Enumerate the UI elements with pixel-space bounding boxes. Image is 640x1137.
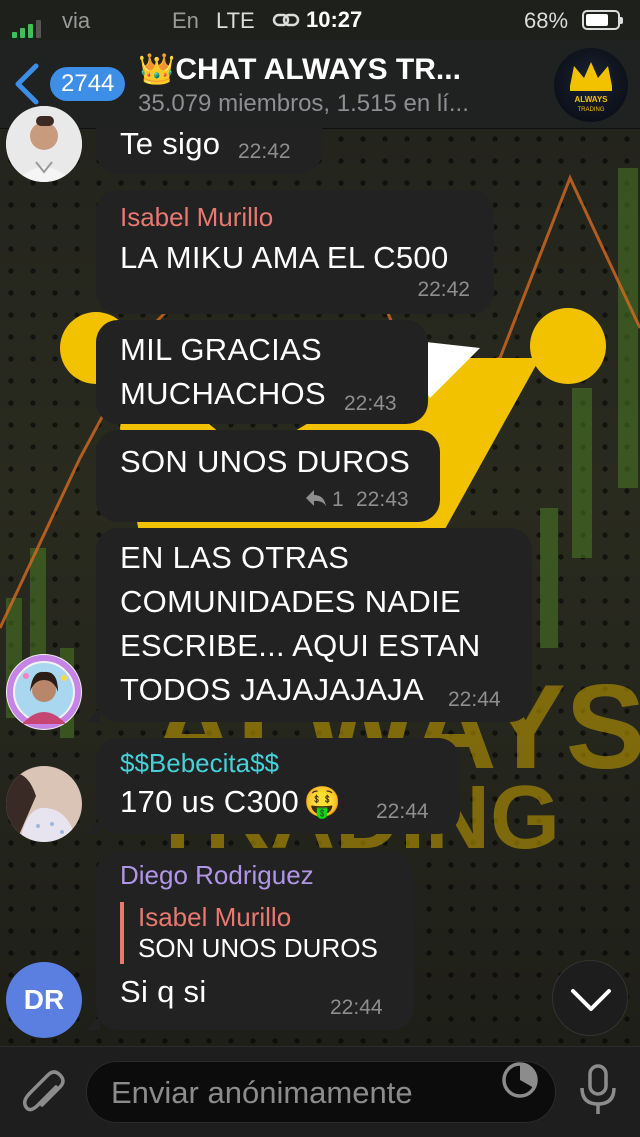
channel-avatar[interactable]: ALWAYS TRADING <box>554 48 628 122</box>
language-indicator: En <box>172 8 199 33</box>
message-time: 22:44 <box>448 688 501 711</box>
message-bubble[interactable]: MIL GRACIAS MUCHACHOS 22:43 <box>96 320 428 424</box>
message-text: Te sigo <box>120 126 221 161</box>
sender-name: Diego Rodriguez <box>120 860 314 890</box>
message-text: SON UNOS DUROS <box>120 444 411 479</box>
message-bubble[interactable]: EN LAS OTRAS COMUNIDADES NADIE ESCRIBE..… <box>96 528 532 722</box>
quote-author: Isabel Murillo <box>138 902 292 932</box>
battery-percent: 68% <box>524 8 569 33</box>
microphone-icon[interactable] <box>576 1062 620 1116</box>
message-text-line: ESCRIBE... AQUI ESTAN <box>120 628 481 663</box>
money-mouth-emoji: 🤑 <box>303 786 342 819</box>
message-field[interactable] <box>86 1061 556 1123</box>
reply-count[interactable]: 1 <box>332 488 344 512</box>
sender-avatar[interactable]: DR <box>6 962 82 1038</box>
chat-title[interactable]: 👑CHAT ALWAYS TR... <box>138 52 518 87</box>
chat-header: 2744 👑CHAT ALWAYS TR... 35.079 miembros,… <box>0 40 640 129</box>
message-input[interactable] <box>109 1072 483 1114</box>
avatar-text-2: TRADING <box>578 107 605 113</box>
reply-quote[interactable]: Isabel Murillo SON UNOS DUROS <box>120 902 390 964</box>
scroll-to-bottom-button[interactable] <box>552 960 628 1036</box>
sender-avatar[interactable] <box>6 766 82 842</box>
message-input-bar <box>0 1046 640 1137</box>
unread-count-badge[interactable]: 2744 <box>50 67 126 101</box>
sender-name: $$Bebecita$$ <box>120 748 280 778</box>
network-type: LTE <box>216 8 255 33</box>
quote-text: SON UNOS DUROS <box>138 933 378 963</box>
battery-icon <box>582 10 623 30</box>
message-text-line: EN LAS OTRAS <box>120 540 350 575</box>
carrier-label: via <box>62 8 91 33</box>
message-text-line: COMUNIDADES NADIE <box>120 584 461 619</box>
sender-avatar[interactable] <box>6 654 82 730</box>
avatar-initials: DR <box>23 984 65 1015</box>
link-icon <box>272 10 300 36</box>
reply-icon[interactable] <box>304 488 328 513</box>
clock: 10:27 <box>306 7 363 32</box>
message-bubble[interactable]: Diego Rodriguez Isabel Murillo SON UNOS … <box>96 852 414 1030</box>
signal-icon <box>12 12 44 38</box>
avatar-text-1: ALWAYS <box>574 95 608 104</box>
back-button[interactable] <box>12 60 42 108</box>
message-time: 22:42 <box>417 278 470 301</box>
message-bubble[interactable]: Isabel Murillo LA MIKU AMA EL C500 22:42 <box>96 190 494 314</box>
message-time: 22:43 <box>344 392 397 415</box>
status-bar: via En LTE 10:27 68% <box>0 0 640 40</box>
bubble-tail <box>86 1016 100 1030</box>
message-bubble[interactable]: $$Bebecita$$ 170 us C300 🤑 22:44 <box>96 738 460 834</box>
sender-name: Isabel Murillo <box>120 202 274 232</box>
message-time: 22:44 <box>330 996 383 1019</box>
message-time: 22:44 <box>376 800 429 823</box>
sender-avatar[interactable] <box>6 106 82 182</box>
message-text: LA MIKU AMA EL C500 <box>120 240 449 275</box>
chat-subtitle[interactable]: 35.079 miembros, 1.515 en lí... <box>138 90 518 118</box>
message-bubble[interactable]: SON UNOS DUROS 1 22:43 <box>96 430 440 522</box>
message-time: 22:42 <box>238 140 291 163</box>
self-destruct-timer-icon[interactable] <box>500 1060 540 1100</box>
message-text: 170 us C300 <box>120 784 300 819</box>
chevron-down-icon <box>571 989 611 1011</box>
message-text-line: MIL GRACIAS <box>120 332 322 367</box>
bubble-tail <box>86 708 100 722</box>
bubble-tail <box>86 820 100 834</box>
message-bubble[interactable]: Te sigo 22:42 <box>96 126 322 174</box>
attach-icon[interactable] <box>20 1067 68 1117</box>
message-time: 22:43 <box>356 488 409 511</box>
